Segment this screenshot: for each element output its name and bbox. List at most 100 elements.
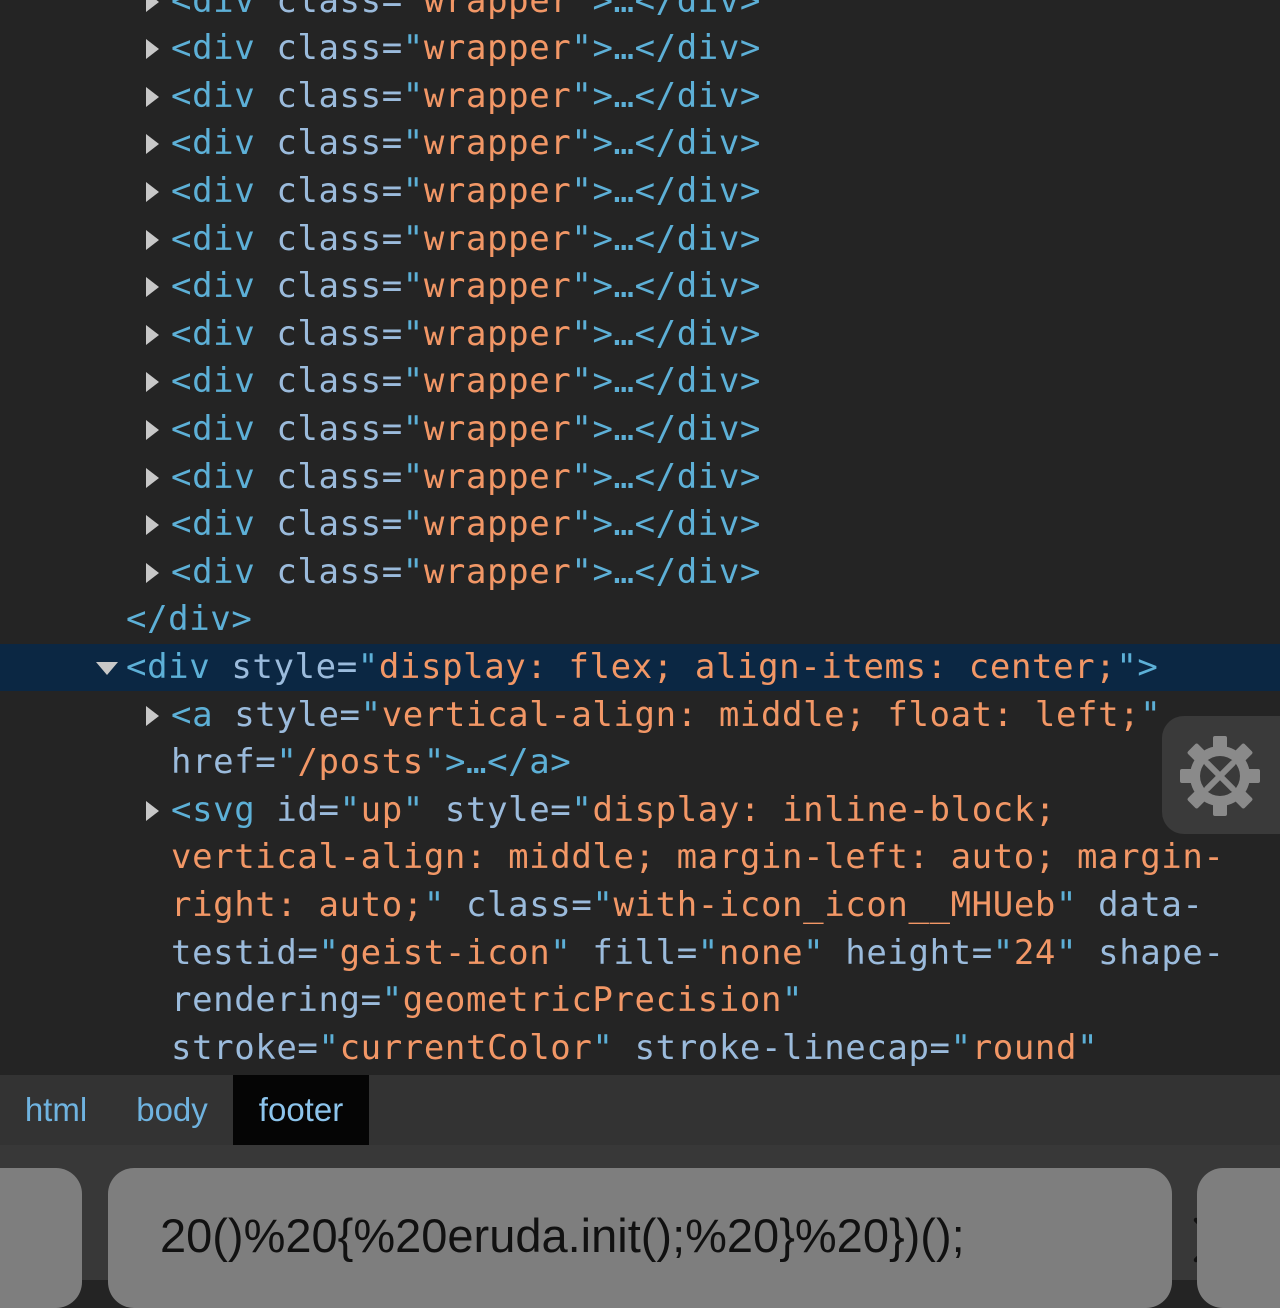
- code-token: <div: [171, 361, 256, 402]
- collapsed-arrow-icon[interactable]: [146, 467, 159, 488]
- tree-node-line[interactable]: <div class="wrapper">…</div>: [0, 454, 1280, 502]
- code-token: ": [402, 313, 424, 354]
- code-token: <div: [171, 456, 256, 497]
- code-token: class=: [255, 456, 403, 497]
- tree-node-line[interactable]: </div>: [0, 596, 1280, 644]
- tree-node-line[interactable]: <div class="wrapper">…</div>: [0, 406, 1280, 454]
- code-token: with-icon_icon__MHUeb: [613, 884, 1056, 925]
- code-token: >…</div>: [592, 170, 761, 211]
- tree-node-line[interactable]: <div class="wrapper">…</div>: [0, 73, 1280, 121]
- tree-node-line[interactable]: rendering="geometricPrecision": [0, 977, 1280, 1025]
- code-token: class=: [255, 408, 403, 449]
- next-tab-pill[interactable]: [1197, 1168, 1280, 1308]
- code-token: wrapper: [423, 170, 572, 211]
- code-token: ": [402, 408, 424, 449]
- tree-node-line[interactable]: right: auto;" class="with-icon_icon__MHU…: [0, 882, 1280, 930]
- collapsed-arrow-icon[interactable]: [146, 372, 159, 393]
- code-token: ": [571, 170, 593, 211]
- code-token: ": [571, 551, 593, 592]
- collapsed-arrow-icon[interactable]: [146, 229, 159, 250]
- code-token: ": [402, 0, 424, 21]
- collapsed-arrow-icon[interactable]: [146, 39, 159, 60]
- tree-node-code: <div class="wrapper">…</div>: [171, 0, 761, 25]
- code-token: round: [971, 1027, 1078, 1068]
- tree-node-line[interactable]: vertical-align: middle; margin-left: aut…: [0, 834, 1280, 882]
- previous-tab-pill[interactable]: [0, 1168, 82, 1308]
- tree-node-line[interactable]: <div class="wrapper">…</div>: [0, 25, 1280, 73]
- code-token: style=: [213, 694, 361, 735]
- collapsed-arrow-icon[interactable]: [146, 705, 159, 726]
- tree-node-line[interactable]: <div class="wrapper">…</div>: [0, 311, 1280, 359]
- tree-node-code: rendering="geometricPrecision": [171, 977, 803, 1025]
- tree-node-line[interactable]: <div class="wrapper">…</div>: [0, 263, 1280, 311]
- code-token: up: [360, 789, 403, 830]
- tree-node-line[interactable]: stroke="currentColor" stroke-linecap="ro…: [0, 1025, 1280, 1073]
- tree-node-line[interactable]: <a style="vertical-align: middle; float:…: [0, 692, 1280, 740]
- code-token: wrapper: [423, 408, 572, 449]
- code-token: ": [550, 932, 572, 973]
- expanded-arrow-icon[interactable]: [96, 661, 118, 675]
- url-text[interactable]: 20()%20{%20eruda.init();%20}%20})();: [160, 1208, 1040, 1263]
- collapsed-arrow-icon[interactable]: [146, 515, 159, 536]
- code-token: >…</div>: [592, 313, 761, 354]
- tree-node-code: <div class="wrapper">…</div>: [171, 311, 761, 359]
- code-token: >: [1137, 646, 1159, 687]
- code-token: testid=: [171, 932, 319, 973]
- code-token: ": [402, 456, 424, 497]
- tree-node-line[interactable]: <div class="wrapper">…</div>: [0, 168, 1280, 216]
- breadcrumb-item-html[interactable]: html: [0, 1075, 112, 1145]
- tree-node-code: <a style="vertical-align: middle; float:…: [171, 692, 1161, 740]
- code-token: currentColor: [339, 1027, 593, 1068]
- collapsed-arrow-icon[interactable]: [146, 419, 159, 440]
- code-token: stroke=: [171, 1027, 319, 1068]
- tree-node-code: <div class="wrapper">…</div>: [171, 406, 761, 454]
- code-token: wrapper: [423, 218, 572, 259]
- collapsed-arrow-icon[interactable]: [146, 86, 159, 107]
- collapsed-arrow-icon[interactable]: [146, 277, 159, 298]
- code-token: ": [571, 313, 593, 354]
- code-token: >…</div>: [592, 28, 761, 69]
- tree-node-line[interactable]: <div class="wrapper">…</div>: [0, 216, 1280, 264]
- breadcrumb-item-footer[interactable]: footer: [233, 1075, 369, 1145]
- collapsed-arrow-icon[interactable]: [146, 800, 159, 821]
- tree-node-line[interactable]: <div style="display: flex; align-items: …: [0, 643, 1280, 692]
- collapsed-arrow-icon[interactable]: [146, 324, 159, 345]
- code-token: <svg: [171, 789, 256, 830]
- code-token: data-: [1077, 884, 1204, 925]
- collapsed-arrow-icon[interactable]: [146, 134, 159, 155]
- code-token: ": [402, 361, 424, 402]
- tree-node-line[interactable]: <div class="wrapper">…</div>: [0, 549, 1280, 597]
- code-token: vertical-align: middle; float: left;: [381, 694, 1141, 735]
- tree-node-line[interactable]: <div class="wrapper">…</div>: [0, 120, 1280, 168]
- breadcrumb-item-body[interactable]: body: [112, 1075, 232, 1145]
- tree-node-line[interactable]: <div class="wrapper">…</div>: [0, 501, 1280, 549]
- address-bar[interactable]: 20()%20{%20eruda.init();%20}%20})();: [108, 1168, 1239, 1308]
- code-token: shape-: [1077, 932, 1225, 973]
- code-token: ": [571, 361, 593, 402]
- tree-node-code: testid="geist-icon" fill="none" height="…: [171, 930, 1225, 978]
- tree-node-line[interactable]: href="/posts">…</a>: [0, 739, 1280, 787]
- tree-node-line[interactable]: <div class="wrapper">…</div>: [0, 358, 1280, 406]
- code-token: ": [402, 170, 424, 211]
- code-token: <div: [171, 408, 256, 449]
- settings-tools-button[interactable]: [1162, 716, 1280, 834]
- code-token: id=: [255, 789, 340, 830]
- code-token: ": [360, 694, 382, 735]
- tree-node-line[interactable]: <div class="wrapper">…</div>: [0, 0, 1280, 25]
- code-token: <div: [171, 266, 256, 307]
- code-token: <div: [171, 504, 256, 545]
- collapsed-arrow-icon[interactable]: [146, 562, 159, 583]
- tree-node-code: <div style="display: flex; align-items: …: [126, 644, 1158, 692]
- code-token: >…</div>: [592, 456, 761, 497]
- code-token: <div: [171, 123, 256, 164]
- code-token: ": [1140, 694, 1162, 735]
- tree-node-code: href="/posts">…</a>: [171, 739, 571, 787]
- collapsed-arrow-icon[interactable]: [146, 0, 159, 12]
- code-token: class=: [255, 313, 403, 354]
- tree-node-line[interactable]: <svg id="up" style="display: inline-bloc…: [0, 787, 1280, 835]
- code-token: href=: [171, 742, 277, 783]
- code-token: ": [571, 218, 593, 259]
- tree-node-line[interactable]: testid="geist-icon" fill="none" height="…: [0, 930, 1280, 978]
- code-token: geist-icon: [339, 932, 551, 973]
- collapsed-arrow-icon[interactable]: [146, 181, 159, 202]
